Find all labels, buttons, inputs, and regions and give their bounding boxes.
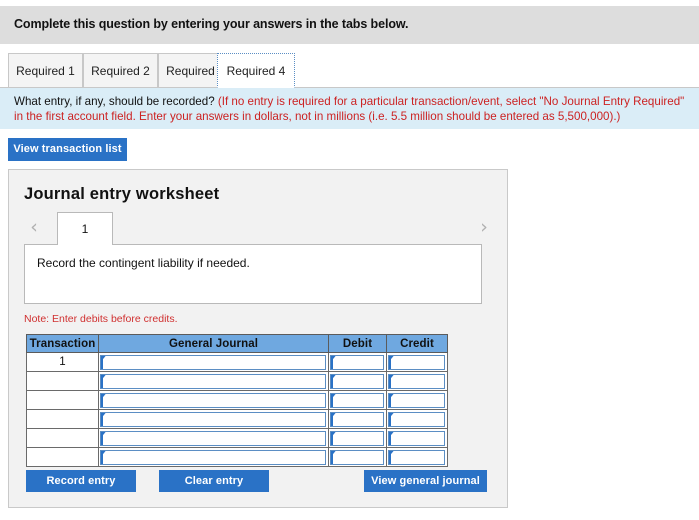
cell-transaction-number — [26, 409, 99, 429]
account-select-6[interactable] — [100, 449, 326, 465]
table-row — [26, 447, 448, 467]
general-journal-table-body: 1 — [26, 352, 448, 467]
debit-input-4[interactable] — [330, 411, 384, 427]
credit-input-5[interactable] — [388, 430, 445, 446]
cell-general-journal[interactable] — [98, 409, 329, 429]
worksheet-page-tab-1-label: 1 — [81, 222, 89, 236]
table-row — [26, 428, 448, 448]
tab-required-1-label: Required 1 — [16, 64, 75, 78]
worksheet-pager: ‹ 1 › — [24, 212, 494, 245]
column-header-transaction: Transaction — [26, 334, 99, 353]
tab-required-2-label: Required 2 — [91, 64, 150, 78]
table-header-row: Transaction General Journal Debit Credit — [26, 334, 448, 353]
cell-debit[interactable] — [328, 390, 387, 410]
cell-general-journal[interactable] — [98, 447, 329, 467]
credit-input-3[interactable] — [388, 392, 445, 408]
cell-general-journal[interactable] — [98, 390, 329, 410]
account-select-4[interactable] — [100, 411, 326, 427]
column-header-general-journal: General Journal — [98, 334, 329, 353]
debits-before-credits-note: Note: Enter debits before credits. — [24, 313, 178, 325]
table-row — [26, 409, 448, 429]
chevron-left-icon[interactable]: ‹ — [24, 216, 44, 240]
cell-credit[interactable] — [386, 371, 448, 391]
cell-transaction-number — [26, 390, 99, 410]
required-tabs: Required 1 Required 2 Required 3 Require… — [0, 53, 699, 88]
tab-required-4-label: Required 4 — [226, 63, 286, 78]
table-row: 1 — [26, 352, 448, 372]
account-select-1[interactable] — [100, 354, 326, 370]
cell-debit[interactable] — [328, 428, 387, 448]
cell-transaction-number: 1 — [26, 352, 99, 372]
cell-debit[interactable] — [328, 409, 387, 429]
cell-general-journal[interactable] — [98, 428, 329, 448]
tab-required-4[interactable]: Required 4 — [217, 53, 295, 88]
tab-required-2[interactable]: Required 2 — [83, 53, 158, 88]
credit-input-4[interactable] — [388, 411, 445, 427]
debit-input-6[interactable] — [330, 449, 384, 465]
account-select-2[interactable] — [100, 373, 326, 389]
cell-transaction-number — [26, 447, 99, 467]
table-row — [26, 371, 448, 391]
view-transaction-list-button[interactable]: View transaction list — [8, 138, 127, 161]
debit-input-3[interactable] — [330, 392, 384, 408]
question-lead: What entry, if any, should be recorded? — [14, 95, 215, 108]
cell-credit[interactable] — [386, 428, 448, 448]
column-header-credit: Credit — [386, 334, 448, 353]
cell-debit[interactable] — [328, 447, 387, 467]
cell-transaction-number — [26, 428, 99, 448]
top-instruction-text: Complete this question by entering your … — [14, 17, 409, 31]
chevron-right-icon[interactable]: › — [474, 216, 494, 240]
view-general-journal-button[interactable]: View general journal — [364, 470, 487, 492]
record-entry-button[interactable]: Record entry — [26, 470, 136, 492]
account-select-3[interactable] — [100, 392, 326, 408]
worksheet-title: Journal entry worksheet — [24, 185, 220, 203]
question-text: What entry, if any, should be recorded? … — [14, 94, 687, 124]
general-journal-table: Transaction General Journal Debit Credit… — [26, 334, 448, 467]
journal-entry-worksheet-panel: Journal entry worksheet ‹ 1 › Record the… — [8, 169, 508, 508]
cell-general-journal[interactable] — [98, 371, 329, 391]
table-row — [26, 390, 448, 410]
top-instruction-band: Complete this question by entering your … — [0, 6, 699, 44]
credit-input-6[interactable] — [388, 449, 445, 465]
tab-required-1[interactable]: Required 1 — [8, 53, 83, 88]
cell-debit[interactable] — [328, 371, 387, 391]
cell-credit[interactable] — [386, 409, 448, 429]
debit-input-5[interactable] — [330, 430, 384, 446]
account-select-5[interactable] — [100, 430, 326, 446]
worksheet-page-tab-1[interactable]: 1 — [57, 212, 113, 245]
cell-transaction-number — [26, 371, 99, 391]
credit-input-2[interactable] — [388, 373, 445, 389]
cell-general-journal[interactable] — [98, 352, 329, 372]
clear-entry-button[interactable]: Clear entry — [159, 470, 269, 492]
worksheet-prompt-text: Record the contingent liability if neede… — [37, 256, 250, 270]
debit-input-2[interactable] — [330, 373, 384, 389]
credit-input-1[interactable] — [388, 354, 445, 370]
question-band: What entry, if any, should be recorded? … — [0, 88, 699, 129]
cell-credit[interactable] — [386, 447, 448, 467]
worksheet-prompt-box: Record the contingent liability if neede… — [24, 244, 482, 304]
cell-credit[interactable] — [386, 352, 448, 372]
column-header-debit: Debit — [328, 334, 387, 353]
general-journal-table-head: Transaction General Journal Debit Credit — [26, 334, 448, 353]
cell-debit[interactable] — [328, 352, 387, 372]
debit-input-1[interactable] — [330, 354, 384, 370]
cell-credit[interactable] — [386, 390, 448, 410]
